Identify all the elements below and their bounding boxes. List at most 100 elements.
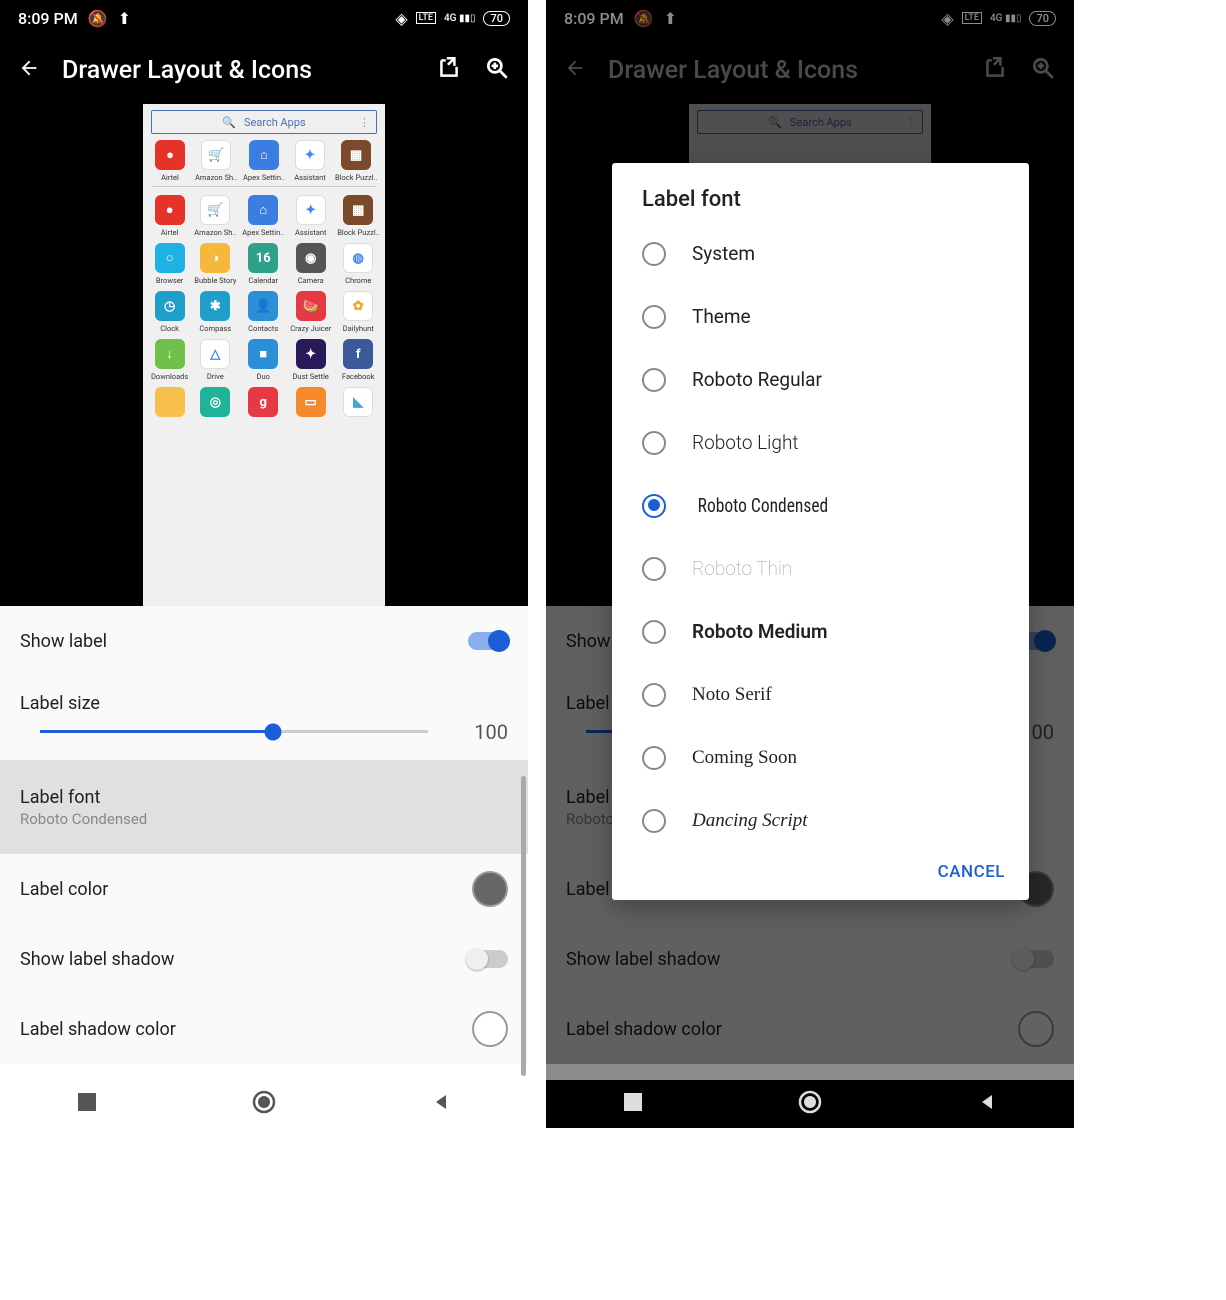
- setting-label-shadow-color[interactable]: Label shadow color: [0, 994, 528, 1064]
- nav-home-icon[interactable]: [798, 1090, 822, 1118]
- font-option-roboto-medium[interactable]: Roboto Medium: [612, 600, 1029, 663]
- label-color-swatch[interactable]: [472, 871, 508, 907]
- drawer-recent-row: ●Airtel🛒Amazon Sh..⌂Apex Settin..✦Assist…: [151, 140, 377, 182]
- app-item: ▦Block Puzzl..: [335, 140, 377, 182]
- nav-recent-icon[interactable]: [624, 1093, 642, 1115]
- font-option-label: Roboto Medium: [692, 620, 827, 643]
- clock-text: 8:09 PM: [18, 9, 78, 28]
- nav-back-icon[interactable]: [432, 1093, 450, 1115]
- label-font-value: Roboto Condensed: [20, 810, 147, 828]
- status-bar: 8:09 PM 🔕 ⬆ ◈ LTE 4G ▮▮▯ 70: [0, 0, 528, 36]
- nav-home-icon[interactable]: [252, 1090, 276, 1118]
- app-item: 👤Contacts: [242, 291, 284, 333]
- font-option-noto-serif[interactable]: Noto Serif: [612, 663, 1029, 726]
- setting-label-size[interactable]: Label size 100: [0, 676, 528, 760]
- font-option-coming-soon[interactable]: Coming Soon: [612, 726, 1029, 789]
- font-option-label: Noto Serif: [692, 684, 772, 706]
- label-color-text: Label color: [20, 879, 108, 900]
- drawer-divider: [151, 186, 377, 187]
- cancel-button[interactable]: CANCEL: [938, 862, 1005, 882]
- radio-button[interactable]: [642, 620, 666, 644]
- app-item: ◑Bubble Story: [194, 243, 236, 285]
- font-option-label: Roboto Thin: [692, 557, 792, 580]
- app-item: ▭: [290, 387, 331, 420]
- font-option-label: Theme: [692, 305, 751, 328]
- android-navbar: [0, 1080, 528, 1128]
- font-option-system[interactable]: System: [612, 222, 1029, 285]
- radio-button[interactable]: [642, 494, 666, 518]
- font-option-roboto-light[interactable]: Roboto Light: [612, 411, 1029, 474]
- more-icon: ⋮: [359, 116, 370, 129]
- font-option-roboto-thin[interactable]: Roboto Thin: [612, 537, 1029, 600]
- font-option-label: Dancing Script: [692, 810, 808, 832]
- app-toolbar: Drawer Layout & Icons: [0, 36, 528, 104]
- battery-icon: 70: [483, 11, 510, 26]
- app-item: ✿Dailyhunt: [337, 291, 379, 333]
- drawer-apps-grid: ●Airtel🛒Amazon Sh..⌂Apex Settin..✦Assist…: [151, 195, 377, 420]
- setting-show-label-shadow[interactable]: Show label shadow: [0, 924, 528, 994]
- share-icon[interactable]: [436, 55, 462, 85]
- app-item: ⌂Apex Settin..: [242, 195, 284, 237]
- app-item: [151, 387, 188, 420]
- label-size-value: 100: [448, 720, 508, 744]
- app-item: ◷Clock: [151, 291, 188, 333]
- drawer-search-bar: 🔍 Search Apps ⋮: [151, 110, 377, 134]
- show-label-shadow-text: Show label shadow: [20, 949, 174, 970]
- label-font-dialog: Label font System Theme Roboto Regular Robo…: [612, 163, 1029, 900]
- app-item: 🛒Amazon Sh..: [195, 140, 237, 182]
- show-label-text: Show label: [20, 631, 107, 652]
- show-label-switch[interactable]: [468, 632, 508, 650]
- app-item: ◣: [337, 387, 379, 420]
- drawer-preview-area: 🔍 Search Apps ⋮ ●Airtel🛒Amazon Sh..⌂Apex…: [0, 104, 528, 606]
- notification-mute-icon: 🔕: [88, 9, 108, 28]
- app-item: ◉Camera: [290, 243, 331, 285]
- font-option-label: Roboto Light: [692, 431, 799, 454]
- search-placeholder: Search Apps: [244, 116, 306, 129]
- label-shadow-color-text: Label shadow color: [20, 1019, 176, 1040]
- app-item: ◍Chrome: [337, 243, 379, 285]
- font-option-roboto-regular[interactable]: Roboto Regular: [612, 348, 1029, 411]
- show-label-shadow-switch[interactable]: [468, 950, 508, 968]
- app-item: ✦Assistant: [290, 195, 331, 237]
- setting-label-font[interactable]: Label font Roboto Condensed: [0, 760, 528, 854]
- app-item: ●Airtel: [151, 195, 188, 237]
- radio-button[interactable]: [642, 242, 666, 266]
- setting-show-label[interactable]: Show label: [0, 606, 528, 676]
- phone-screen-left: 8:09 PM 🔕 ⬆ ◈ LTE 4G ▮▮▯ 70 Drawer Layou…: [0, 0, 528, 1128]
- phone-screen-right: 8:09 PM 🔕 ⬆ ◈ LTE 4G ▮▮▯ 70 Drawer Layou…: [546, 0, 1074, 1128]
- label-size-slider[interactable]: [40, 730, 428, 733]
- font-option-label: System: [692, 242, 755, 265]
- zoom-icon[interactable]: [484, 55, 510, 85]
- font-option-roboto-condensed[interactable]: Roboto Condensed: [612, 474, 1029, 537]
- app-item: ↓Downloads: [151, 339, 188, 381]
- app-item: 🍉Crazy Juicer: [290, 291, 331, 333]
- volte-icon: LTE: [416, 12, 436, 24]
- dialog-title: Label font: [612, 187, 1029, 222]
- radio-button[interactable]: [642, 746, 666, 770]
- app-item: 🛒Amazon Sh..: [194, 195, 236, 237]
- label-shadow-color-swatch[interactable]: [472, 1011, 508, 1047]
- font-option-dancing-script[interactable]: Dancing Script: [612, 789, 1029, 852]
- radio-button[interactable]: [642, 431, 666, 455]
- drawer-preview: 🔍 Search Apps ⋮ ●Airtel🛒Amazon Sh..⌂Apex…: [143, 104, 385, 606]
- radio-button[interactable]: [642, 368, 666, 392]
- setting-label-color[interactable]: Label color: [0, 854, 528, 924]
- label-font-text: Label font: [20, 787, 100, 808]
- upload-icon: ⬆: [118, 9, 131, 28]
- app-item: ▦Block Puzzl..: [337, 195, 379, 237]
- nav-recent-icon[interactable]: [78, 1093, 96, 1115]
- radio-button[interactable]: [642, 683, 666, 707]
- page-title: Drawer Layout & Icons: [62, 56, 414, 85]
- radio-button[interactable]: [642, 809, 666, 833]
- back-icon[interactable]: [18, 57, 40, 83]
- font-option-label: Roboto Condensed: [698, 494, 829, 517]
- wifi-icon: ◈: [395, 9, 407, 28]
- search-icon: 🔍: [222, 116, 236, 129]
- nav-back-icon[interactable]: [978, 1093, 996, 1115]
- app-item: △Drive: [194, 339, 236, 381]
- radio-button[interactable]: [642, 557, 666, 581]
- font-option-label: Coming Soon: [692, 747, 797, 769]
- font-option-theme[interactable]: Theme: [612, 285, 1029, 348]
- app-item: ✱Compass: [194, 291, 236, 333]
- radio-button[interactable]: [642, 305, 666, 329]
